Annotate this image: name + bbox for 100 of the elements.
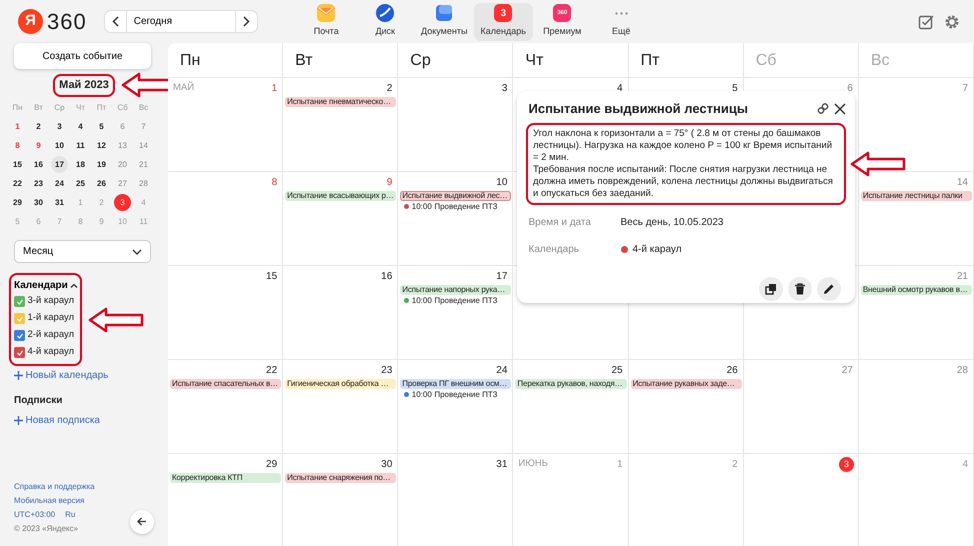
- calendar-checkbox[interactable]: [14, 296, 25, 307]
- event-bar[interactable]: Испытание рукавных заде…: [630, 379, 742, 389]
- day-number[interactable]: 25: [607, 363, 627, 378]
- event-time[interactable]: 10:00: [412, 200, 432, 212]
- day-number[interactable]: 7: [958, 81, 972, 96]
- service-tab[interactable]: Диск: [356, 2, 415, 40]
- footer-link[interactable]: Мобильная версия: [14, 494, 95, 508]
- mini-calendar-day[interactable]: 19: [93, 156, 110, 173]
- event-bar[interactable]: Испытание спасательных в…: [170, 379, 282, 389]
- mini-calendar-day[interactable]: 29: [9, 194, 26, 211]
- mini-calendar-day[interactable]: 31: [51, 194, 68, 211]
- event-time[interactable]: 10:00: [412, 294, 432, 306]
- event-title[interactable]: Проведение ПТЗ: [434, 294, 498, 306]
- event-bar[interactable]: Испытание всасывающих р…: [285, 191, 396, 201]
- event-bar[interactable]: Испытание напорных рука…: [400, 285, 512, 295]
- add-link[interactable]: Новая подписка: [14, 413, 154, 428]
- logo-icon[interactable]: Я: [18, 9, 43, 34]
- event-bar[interactable]: Испытание снаряжения по…: [285, 473, 396, 483]
- event-bar[interactable]: Гигиеническая обработка …: [285, 379, 396, 389]
- event-bar[interactable]: Испытание пневматическо…: [285, 97, 396, 107]
- trash-icon: [794, 282, 806, 294]
- day-number[interactable]: 31: [492, 457, 512, 472]
- mini-calendar-day[interactable]: 12: [93, 137, 110, 154]
- create-event-button[interactable]: Создать событие: [14, 43, 151, 69]
- mini-calendar-day[interactable]: 5: [93, 118, 110, 135]
- duplicate-button[interactable]: [759, 276, 783, 300]
- mini-calendar-day[interactable]: 2: [30, 118, 47, 135]
- day-number[interactable]: 10: [492, 175, 512, 190]
- event-bar[interactable]: Перекатка рукавов, находя…: [515, 379, 627, 389]
- mini-calendar-day[interactable]: 24: [51, 175, 68, 192]
- field-value: Весь день, 10.05.2023: [620, 216, 724, 230]
- day-number[interactable]: 15: [262, 269, 282, 284]
- footer-link[interactable]: Справка и поддержка: [14, 480, 95, 494]
- day-number[interactable]: 3: [498, 81, 512, 96]
- day-number[interactable]: 3: [838, 457, 854, 472]
- checkbox-icon: [918, 14, 934, 30]
- mini-calendar-day[interactable]: 16: [30, 156, 47, 173]
- service-tab[interactable]: Документы: [414, 2, 474, 40]
- mini-calendar-day[interactable]: 15: [9, 156, 26, 173]
- day-number[interactable]: 2: [382, 81, 396, 96]
- calendar-checkbox[interactable]: [14, 330, 25, 341]
- collapse-button[interactable]: [130, 510, 154, 534]
- day-number[interactable]: 24: [492, 363, 512, 378]
- service-tab[interactable]: 3 Календарь: [474, 2, 533, 40]
- delete-button[interactable]: [788, 276, 812, 300]
- month-title[interactable]: Май 2023: [59, 79, 109, 91]
- copy-link-button[interactable]: [817, 102, 829, 115]
- day-number[interactable]: 30: [377, 457, 396, 472]
- mini-calendar-day[interactable]: 3: [51, 118, 68, 135]
- add-link[interactable]: Новый календарь: [14, 368, 154, 383]
- service-tab[interactable]: Ещё: [592, 2, 651, 40]
- mini-calendar-day[interactable]: 26: [93, 175, 110, 192]
- mini-calendar-day[interactable]: 18: [72, 156, 89, 173]
- event-title[interactable]: Проведение ПТЗ: [434, 388, 498, 400]
- settings-button[interactable]: [944, 14, 960, 30]
- day-number[interactable]: 26: [722, 363, 742, 378]
- event-bar[interactable]: Корректировка КТП: [170, 473, 282, 483]
- more-icon: [614, 12, 628, 16]
- mini-calendar-day[interactable]: 10: [51, 137, 68, 154]
- mini-calendar-day[interactable]: 4: [72, 118, 89, 135]
- tasks-button[interactable]: [918, 14, 934, 30]
- calendar-checkbox[interactable]: [14, 347, 25, 358]
- day-number[interactable]: 23: [377, 363, 396, 378]
- mini-calendar-day[interactable]: 25: [72, 175, 89, 192]
- mini-calendar-day[interactable]: 11: [72, 137, 89, 154]
- weekday-header: Пн: [180, 52, 200, 69]
- day-number[interactable]: 14: [952, 175, 972, 190]
- event-bar[interactable]: Испытание лестницы палки: [860, 191, 972, 201]
- language-link[interactable]: Ru: [65, 508, 76, 522]
- event-bar[interactable]: Проверка ПГ внешним осм…: [400, 379, 512, 389]
- mini-calendar-day[interactable]: 22: [9, 175, 26, 192]
- day-number[interactable]: 29: [262, 457, 282, 472]
- day-number[interactable]: 21: [952, 269, 972, 284]
- day-number[interactable]: 22: [262, 363, 282, 378]
- event-title: Испытание выдвижной лестницы: [528, 100, 748, 118]
- event-time[interactable]: 10:00: [412, 388, 432, 400]
- event-title[interactable]: Проведение ПТЗ: [434, 200, 498, 212]
- event-bar[interactable]: Испытание выдвижной лес…: [400, 191, 512, 201]
- timezone-link[interactable]: UTC+03:00: [14, 508, 56, 522]
- event-bar[interactable]: Внешний осмотр рукавов в…: [860, 285, 972, 295]
- calendar-checkbox[interactable]: [14, 313, 25, 324]
- edit-button[interactable]: [817, 276, 841, 300]
- arrow-left-icon: [137, 517, 147, 526]
- day-number[interactable]: 28: [952, 363, 972, 378]
- mini-calendar-day[interactable]: 30: [30, 194, 47, 211]
- day-number[interactable]: 16: [377, 269, 396, 284]
- close-button[interactable]: [834, 102, 846, 115]
- calendar-icon[interactable]: 3: [494, 4, 512, 22]
- logo-text[interactable]: 360: [47, 5, 87, 38]
- calendars-toggle[interactable]: Календари: [14, 278, 78, 293]
- mini-calendar-day[interactable]: 3: [114, 194, 131, 211]
- mini-calendar-day[interactable]: 23: [30, 175, 47, 192]
- service-tab[interactable]: Почта: [296, 2, 356, 40]
- mini-calendar-day[interactable]: 17: [51, 156, 68, 173]
- day-number[interactable]: 8: [268, 175, 282, 190]
- view-select[interactable]: Месяц: [14, 240, 151, 263]
- day-number[interactable]: 9: [382, 175, 396, 190]
- day-number[interactable]: 17: [492, 269, 512, 284]
- day-number[interactable]: 1: [268, 81, 282, 96]
- day-number[interactable]: 27: [838, 363, 857, 378]
